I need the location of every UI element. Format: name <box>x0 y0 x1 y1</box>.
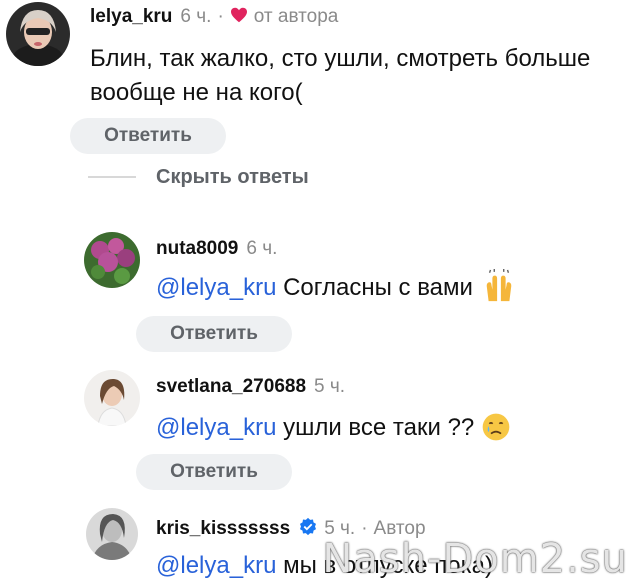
reply-text: ушли все таки ?? <box>276 414 481 441</box>
mention-link[interactable]: @lelya_kru <box>156 274 276 301</box>
timestamp: 6 ч. <box>246 238 278 259</box>
avatar[interactable] <box>86 508 138 560</box>
divider <box>88 176 136 178</box>
mention-link[interactable]: @lelya_kru <box>156 414 276 441</box>
reply-text: Согласны с вами <box>276 274 473 301</box>
comment-text: @lelya_kru Согласны с вами <box>156 268 516 304</box>
avatar[interactable] <box>84 232 140 288</box>
username[interactable]: nuta8009 <box>156 238 238 260</box>
separator: · <box>217 6 224 27</box>
avatar[interactable] <box>6 2 70 66</box>
crying-face-icon <box>482 413 510 440</box>
verified-badge-icon <box>300 517 317 536</box>
username[interactable]: kris_kisssssss <box>156 518 290 540</box>
reply-button[interactable]: Ответить <box>136 316 292 352</box>
raising-hands-icon <box>486 268 511 301</box>
avatar[interactable] <box>84 370 140 426</box>
author-tag: от автора <box>253 6 339 27</box>
hide-replies-label: Скрыть ответы <box>156 165 309 188</box>
timestamp: 5 ч. <box>314 376 346 397</box>
heart-icon <box>230 7 247 23</box>
comment-text: Блин, так жалко, сто ушли, смотреть боль… <box>90 45 591 106</box>
reply-button[interactable]: Ответить <box>70 118 226 154</box>
timestamp: 6 ч. <box>180 6 212 27</box>
watermark: Nash-Dom2.su <box>322 536 628 582</box>
mention-link[interactable]: @lelya_kru <box>156 552 276 579</box>
reply-button[interactable]: Ответить <box>136 454 292 490</box>
comment-text: @lelya_kru ушли все таки ?? <box>156 412 511 444</box>
username[interactable]: svetlana_270688 <box>156 376 306 398</box>
hide-replies-toggle[interactable]: Скрыть ответы <box>88 164 309 190</box>
username[interactable]: lelya_kru <box>90 6 172 28</box>
